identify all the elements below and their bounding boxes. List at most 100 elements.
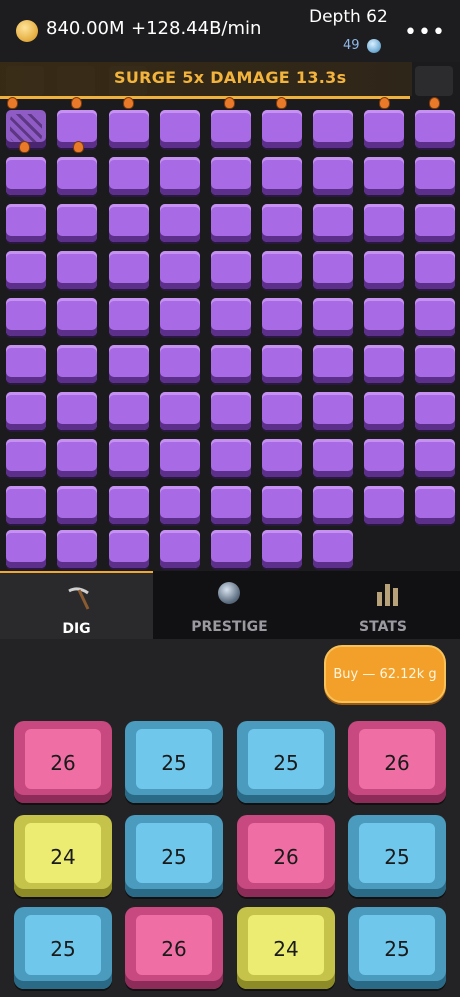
ore-tile[interactable]: [57, 530, 97, 568]
ore-tile[interactable]: [313, 298, 353, 336]
ore-tile[interactable]: [109, 486, 149, 524]
ore-tile[interactable]: [57, 157, 97, 195]
ore-tile[interactable]: [313, 204, 353, 242]
ore-tile[interactable]: [109, 298, 149, 336]
ore-tile[interactable]: [160, 392, 200, 430]
ore-tile[interactable]: [211, 345, 251, 383]
tab-dig[interactable]: DIG: [0, 571, 153, 639]
upgrade-key[interactable]: 25: [348, 815, 446, 897]
ore-tile[interactable]: [262, 157, 302, 195]
ore-tile[interactable]: [364, 157, 404, 195]
ore-tile[interactable]: [160, 345, 200, 383]
upgrade-key[interactable]: 26: [14, 721, 112, 803]
buy-button[interactable]: Buy — 62.12k g: [324, 645, 446, 703]
ore-tile[interactable]: [313, 157, 353, 195]
upgrade-key[interactable]: 25: [14, 907, 112, 989]
ore-tile[interactable]: [415, 298, 455, 336]
ore-tile[interactable]: [160, 486, 200, 524]
ore-tile[interactable]: [364, 439, 404, 477]
ore-tile[interactable]: [415, 392, 455, 430]
ore-tile[interactable]: [160, 204, 200, 242]
ore-tile[interactable]: [57, 345, 97, 383]
ore-tile[interactable]: [415, 204, 455, 242]
ore-tile[interactable]: [364, 110, 404, 148]
upgrade-key[interactable]: 26: [348, 721, 446, 803]
upgrade-key[interactable]: 25: [348, 907, 446, 989]
ore-tile[interactable]: [262, 251, 302, 289]
ore-tile[interactable]: [109, 110, 149, 148]
more-dots-icon[interactable]: •••: [404, 22, 446, 44]
upgrade-key[interactable]: 25: [237, 721, 335, 803]
tab-stats[interactable]: STATS: [306, 571, 460, 639]
ore-tile[interactable]: [262, 392, 302, 430]
ore-tile[interactable]: [109, 204, 149, 242]
ore-tile[interactable]: [364, 298, 404, 336]
ore-tile[interactable]: [160, 298, 200, 336]
ore-tile[interactable]: [211, 486, 251, 524]
ore-tile[interactable]: [6, 345, 46, 383]
ore-tile[interactable]: [6, 486, 46, 524]
upgrade-key[interactable]: 24: [14, 815, 112, 897]
ore-tile[interactable]: [415, 439, 455, 477]
ore-tile[interactable]: [211, 392, 251, 430]
ore-tile[interactable]: [57, 439, 97, 477]
tab-prestige[interactable]: PRESTIGE: [153, 571, 306, 639]
ore-tile[interactable]: [262, 110, 302, 148]
upgrade-key[interactable]: 25: [125, 721, 223, 803]
ore-tile[interactable]: [109, 157, 149, 195]
upgrade-key[interactable]: 26: [125, 907, 223, 989]
ore-tile[interactable]: [211, 439, 251, 477]
upgrade-key[interactable]: 24: [237, 907, 335, 989]
ore-tile[interactable]: [57, 204, 97, 242]
ore-tile[interactable]: [313, 251, 353, 289]
ore-tile[interactable]: [6, 298, 46, 336]
ore-tile[interactable]: [262, 486, 302, 524]
ore-tile[interactable]: [6, 439, 46, 477]
ore-tile[interactable]: [364, 204, 404, 242]
ore-tile[interactable]: [109, 392, 149, 430]
ore-tile[interactable]: [57, 486, 97, 524]
ore-tile[interactable]: [262, 530, 302, 568]
ore-tile[interactable]: [415, 486, 455, 524]
ore-tile[interactable]: [415, 157, 455, 195]
ore-tile[interactable]: [313, 530, 353, 568]
ore-tile[interactable]: [313, 439, 353, 477]
ore-tile[interactable]: [313, 345, 353, 383]
ore-tile[interactable]: [160, 110, 200, 148]
ore-tile[interactable]: [6, 392, 46, 430]
ore-tile[interactable]: [262, 298, 302, 336]
ore-tile[interactable]: [6, 251, 46, 289]
ore-tile[interactable]: [6, 530, 46, 568]
ore-tile[interactable]: [109, 530, 149, 568]
ore-tile[interactable]: [160, 251, 200, 289]
ore-tile[interactable]: [211, 298, 251, 336]
ore-tile[interactable]: [262, 439, 302, 477]
ore-tile[interactable]: [364, 392, 404, 430]
ore-tile[interactable]: [211, 110, 251, 148]
ore-tile[interactable]: [415, 345, 455, 383]
ore-tile[interactable]: [415, 110, 455, 148]
ore-tile[interactable]: [364, 345, 404, 383]
ore-tile[interactable]: [57, 298, 97, 336]
ore-tile[interactable]: [313, 110, 353, 148]
ore-tile[interactable]: [313, 486, 353, 524]
ore-tile[interactable]: [313, 392, 353, 430]
ore-tile[interactable]: [160, 530, 200, 568]
ore-tile[interactable]: [109, 439, 149, 477]
ore-tile[interactable]: [57, 251, 97, 289]
upgrade-key[interactable]: 26: [237, 815, 335, 897]
ore-tile[interactable]: [160, 157, 200, 195]
ore-tile[interactable]: [160, 439, 200, 477]
ore-tile[interactable]: [364, 486, 404, 524]
ore-tile[interactable]: [211, 204, 251, 242]
ore-tile[interactable]: [415, 251, 455, 289]
ore-tile[interactable]: [109, 251, 149, 289]
ore-tile[interactable]: [6, 157, 46, 195]
ore-tile[interactable]: [211, 251, 251, 289]
ore-tile[interactable]: [211, 530, 251, 568]
ore-tile[interactable]: [262, 345, 302, 383]
ore-tile[interactable]: [57, 392, 97, 430]
ore-tile[interactable]: [262, 204, 302, 242]
ore-tile[interactable]: [6, 204, 46, 242]
ore-tile[interactable]: [211, 157, 251, 195]
